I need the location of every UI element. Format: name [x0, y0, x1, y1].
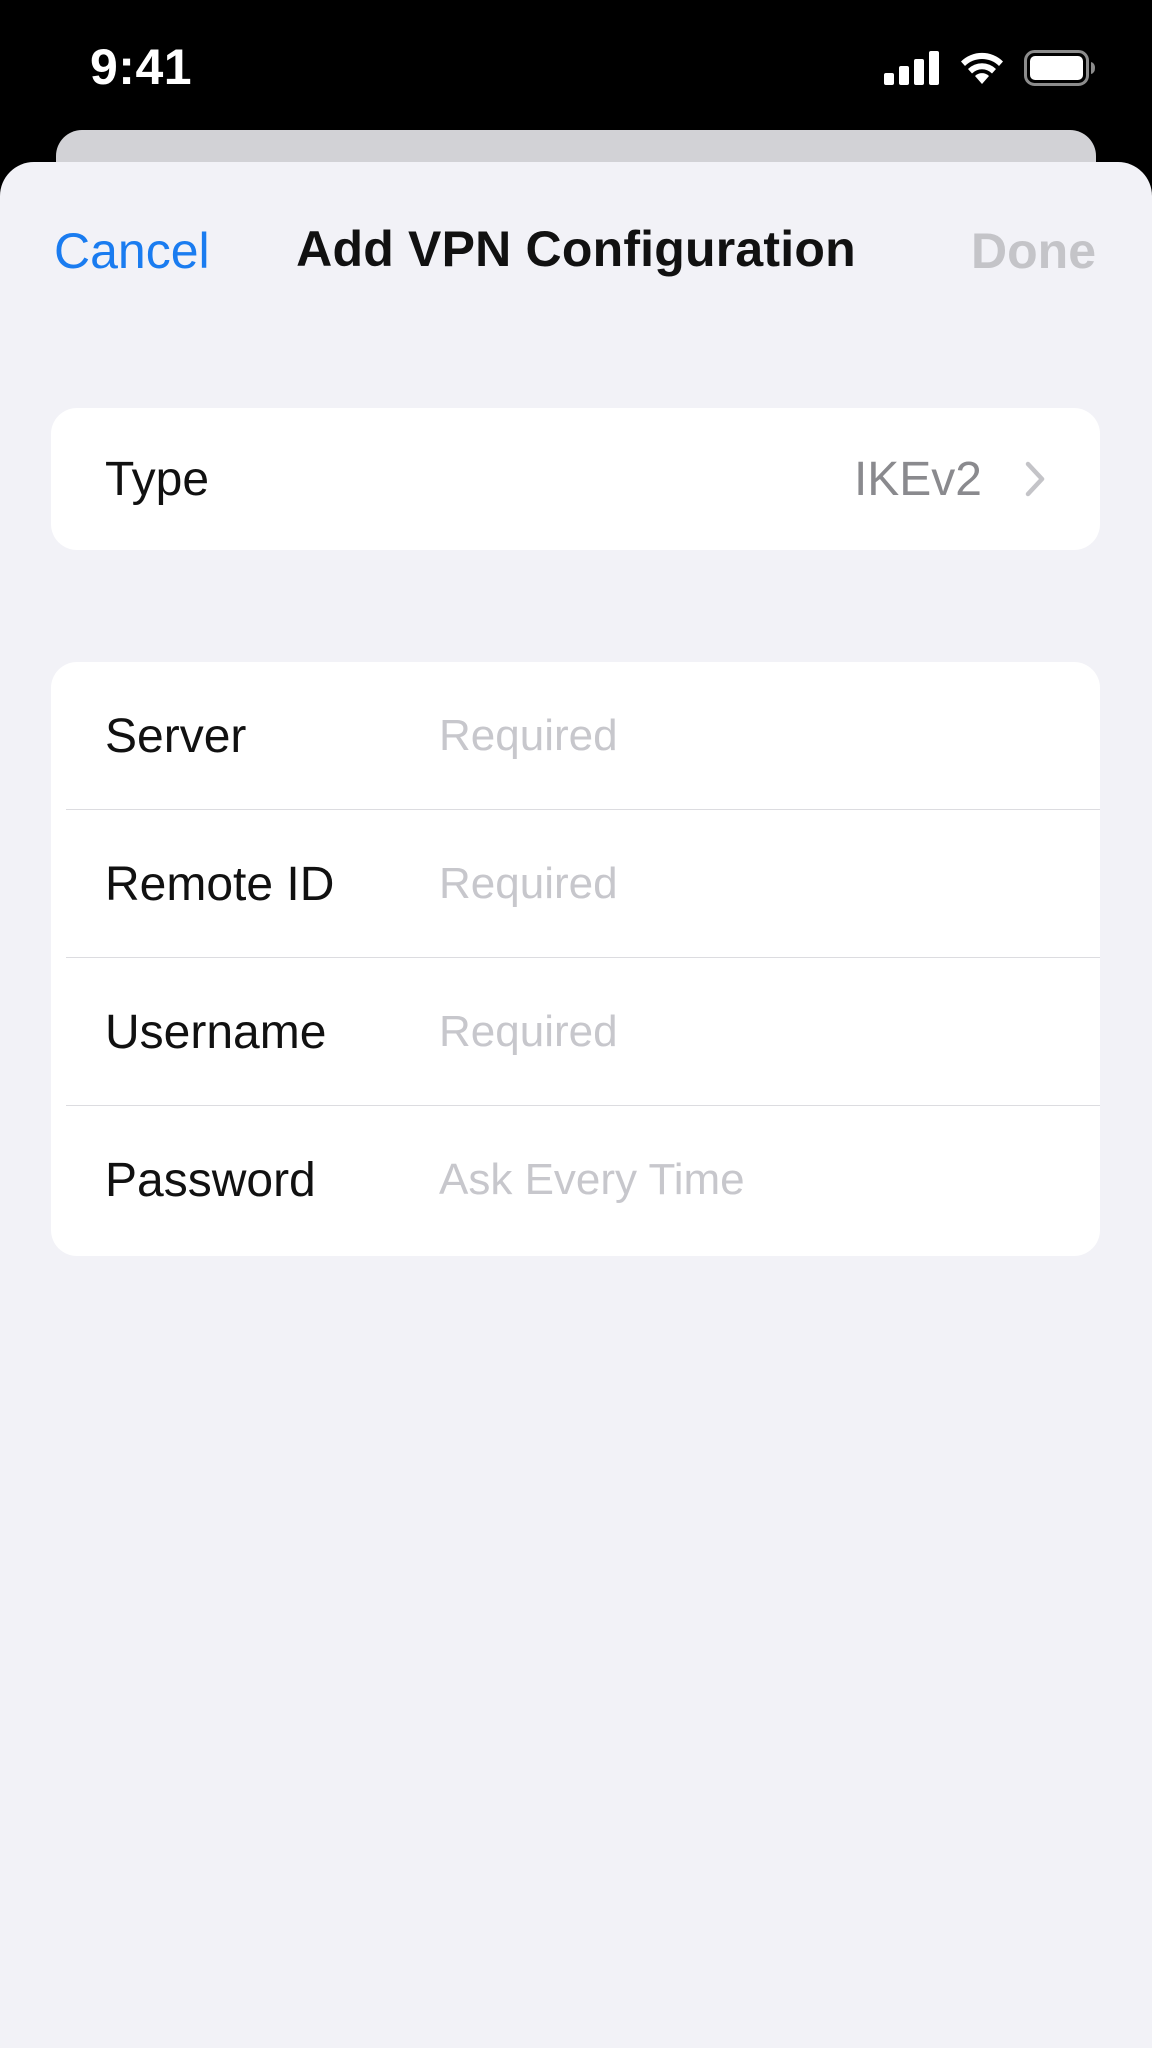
username-row: Username [51, 958, 1100, 1106]
chevron-right-icon [1022, 459, 1048, 499]
password-label: Password [105, 1153, 316, 1207]
wifi-icon [958, 50, 1006, 86]
password-input[interactable] [439, 1140, 1039, 1220]
done-button[interactable]: Done [971, 222, 1096, 280]
type-row[interactable]: Type IKEv2 [51, 408, 1100, 550]
remote-id-row: Remote ID [51, 810, 1100, 958]
username-input[interactable] [439, 992, 1039, 1072]
type-value: IKEv2 [853, 452, 982, 506]
cellular-signal-icon [884, 51, 940, 85]
screen: 9:41 Cancel Add VPN Configuration Done T… [0, 0, 1152, 2048]
type-group: Type IKEv2 [51, 408, 1100, 550]
server-row: Server [51, 662, 1100, 810]
status-bar: 9:41 [0, 0, 1152, 130]
add-vpn-sheet: Cancel Add VPN Configuration Done Type I… [0, 162, 1152, 2048]
battery-icon [1024, 50, 1096, 86]
remote-id-label: Remote ID [105, 857, 335, 911]
server-input[interactable] [439, 696, 1039, 776]
nav-bar: Cancel Add VPN Configuration Done [0, 162, 1152, 342]
credentials-group: Server Remote ID Username Password [51, 662, 1100, 1256]
status-time: 9:41 [90, 39, 193, 95]
password-row: Password [51, 1106, 1100, 1254]
remote-id-input[interactable] [439, 844, 1039, 924]
type-label: Type [105, 452, 210, 506]
server-label: Server [105, 709, 247, 763]
status-icons [884, 48, 1096, 88]
username-label: Username [105, 1005, 327, 1059]
